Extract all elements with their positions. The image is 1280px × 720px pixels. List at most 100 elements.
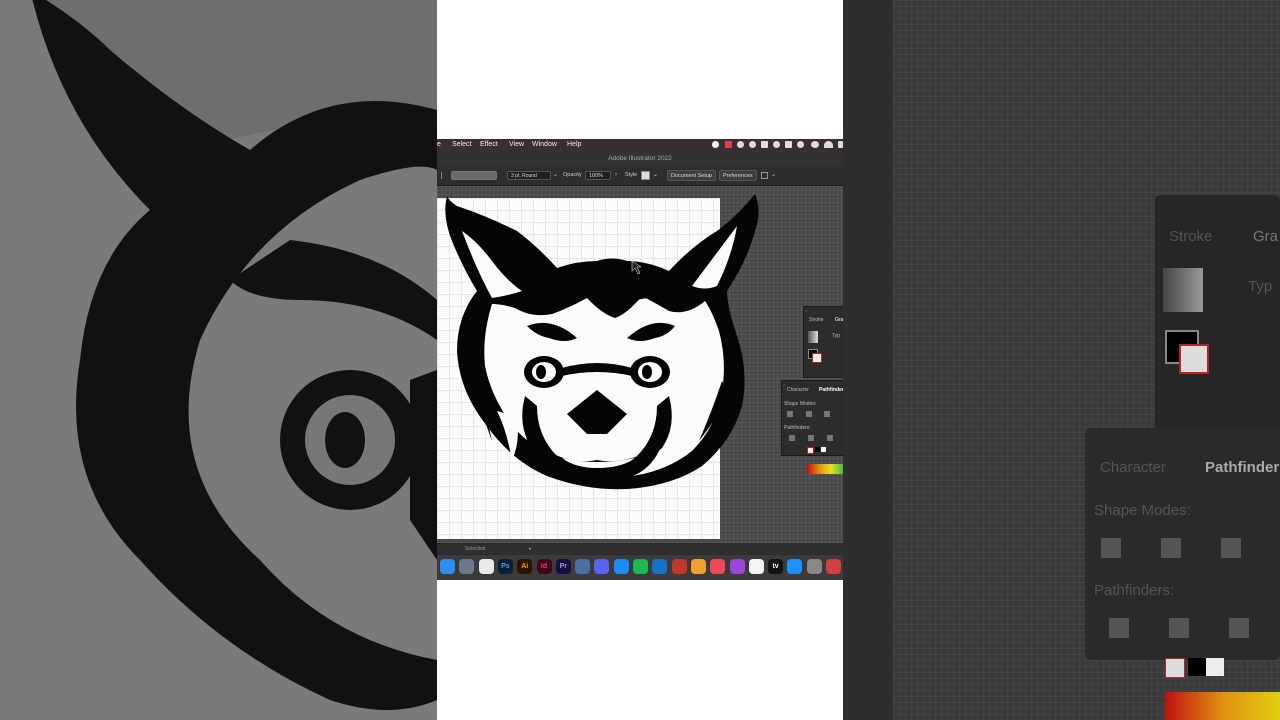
trim-icon[interactable] bbox=[808, 435, 814, 441]
status-tool-label: Selection bbox=[465, 546, 486, 552]
pathfinders-label: Pathfinders: bbox=[784, 425, 811, 431]
macos-dock: Ps Ai Id Pr tv bbox=[437, 555, 843, 580]
arrange-icon[interactable] bbox=[761, 172, 768, 179]
menu-item-help[interactable]: Help bbox=[567, 139, 581, 150]
cloud-icon[interactable] bbox=[749, 141, 756, 148]
history-icon[interactable] bbox=[797, 141, 804, 148]
close-icon[interactable]: × bbox=[805, 308, 807, 313]
control-center-icon[interactable] bbox=[838, 141, 843, 148]
bg-pathfinders: Pathfinders: bbox=[1094, 582, 1175, 599]
menubar-display-icon[interactable] bbox=[785, 141, 792, 148]
dock-spotify-icon[interactable] bbox=[633, 559, 648, 574]
menubar-tool-icon[interactable] bbox=[761, 141, 768, 148]
menu-item-window[interactable]: Window bbox=[532, 139, 557, 150]
dock-illustrator-icon[interactable]: Ai bbox=[517, 559, 533, 574]
stroke-gradient-panel: × Stroke Gra Typ bbox=[803, 306, 843, 378]
menubar-app-icon[interactable] bbox=[725, 141, 732, 148]
color-spectrum[interactable] bbox=[807, 464, 843, 474]
merge-icon[interactable] bbox=[827, 435, 833, 441]
canvas-area[interactable]: × Stroke Gra Typ × Character Pathfinder … bbox=[437, 186, 843, 543]
gradient-swatch[interactable] bbox=[808, 331, 818, 343]
dock-app-store-icon[interactable] bbox=[787, 559, 803, 574]
menubar-timer-icon[interactable] bbox=[773, 141, 780, 148]
dock-discord-icon[interactable] bbox=[594, 559, 610, 574]
dock-news-icon[interactable] bbox=[748, 559, 764, 574]
document-setup-button[interactable]: Document Setup bbox=[667, 170, 716, 181]
dock-photo-booth-icon[interactable] bbox=[671, 559, 687, 574]
dock-screenshot-icon[interactable] bbox=[459, 559, 475, 574]
bg-stroke-tab: Stroke bbox=[1169, 228, 1213, 245]
chevron-right-icon[interactable]: › bbox=[615, 171, 617, 180]
control-bar: 3 pt. Round ⌄ Opacity 100% › Style ⌄ Doc… bbox=[437, 167, 843, 186]
bluetooth-icon[interactable] bbox=[811, 141, 819, 148]
dock-premiere-icon[interactable]: Pr bbox=[555, 559, 571, 574]
dock-finder-icon[interactable] bbox=[440, 559, 455, 574]
white-swatch[interactable] bbox=[821, 447, 826, 452]
dock-system-preferences-icon[interactable] bbox=[806, 559, 822, 574]
dock-photoshop-icon[interactable]: Ps bbox=[497, 559, 513, 574]
tab-gradient[interactable]: Gra bbox=[832, 315, 843, 325]
dock-pages-icon[interactable] bbox=[690, 559, 706, 574]
lynx-head-artwork[interactable] bbox=[437, 186, 843, 543]
dock-preview-icon[interactable] bbox=[575, 559, 591, 574]
dock-indesign-icon[interactable]: Id bbox=[536, 559, 552, 574]
tab-pathfinder[interactable]: Pathfinder bbox=[816, 385, 843, 395]
style-label: Style bbox=[625, 172, 638, 178]
macos-menu-bar: e Select Effect View Window Help bbox=[437, 139, 843, 150]
dock-trash-icon[interactable] bbox=[826, 559, 841, 574]
status-bar: Selection ▸ bbox=[437, 545, 843, 554]
preferences-label: Preferences bbox=[723, 173, 753, 179]
type-label: Typ bbox=[832, 333, 841, 339]
shape-modes-label: Shape Modes: bbox=[784, 401, 817, 407]
arrange-chevron-icon[interactable]: ⌄ bbox=[771, 171, 776, 180]
menu-item-view[interactable]: View bbox=[509, 139, 524, 150]
window-title-bar: Adobe Illustrator 2022 bbox=[437, 150, 843, 167]
chevron-down-icon[interactable]: ⌄ bbox=[553, 171, 558, 180]
divide-icon[interactable] bbox=[789, 435, 795, 441]
none-swatch[interactable] bbox=[807, 447, 814, 454]
dock-apple-tv-icon[interactable]: tv bbox=[768, 559, 784, 574]
pathfinder-panel: × Character Pathfinder Shape Modes: Path… bbox=[781, 380, 843, 456]
style-swatch[interactable] bbox=[641, 171, 650, 180]
bg-pathfinder-tab: Pathfinder bbox=[1205, 459, 1280, 476]
bg-character-tab: Character bbox=[1100, 459, 1166, 476]
menu-item-select[interactable]: Select bbox=[452, 139, 471, 150]
dock-chrome-icon[interactable] bbox=[478, 559, 494, 574]
bg-shape-modes: Shape Modes: bbox=[1094, 502, 1191, 519]
control-bar-arrow-icon[interactable] bbox=[441, 172, 446, 179]
opacity-value: 100% bbox=[589, 173, 604, 179]
black-swatch[interactable] bbox=[815, 447, 820, 452]
document-setup-label: Document Setup bbox=[671, 173, 712, 179]
stroke-profile-select[interactable]: 3 pt. Round bbox=[507, 171, 551, 180]
bg-type-label: Typ bbox=[1248, 278, 1273, 295]
intersect-icon[interactable] bbox=[824, 411, 830, 417]
fill-none-swatch[interactable] bbox=[812, 353, 822, 363]
opacity-field[interactable]: 100% bbox=[585, 171, 611, 180]
stroke-profile-value: 3 pt. Round bbox=[511, 173, 537, 179]
dock-safari-icon[interactable] bbox=[613, 559, 629, 574]
tab-character[interactable]: Character bbox=[784, 385, 812, 395]
opacity-label: Opacity bbox=[563, 172, 582, 178]
illustrator-screen: e Select Effect View Window Help Adobe I… bbox=[437, 139, 843, 580]
menu-item-effect[interactable]: Effect bbox=[480, 139, 498, 150]
menu-item-file[interactable]: e bbox=[437, 139, 441, 150]
background-lynx-art bbox=[0, 0, 437, 720]
dock-music-icon[interactable] bbox=[710, 559, 726, 574]
window-title: Adobe Illustrator 2022 bbox=[608, 155, 672, 162]
stroke-weight-field[interactable] bbox=[451, 171, 497, 180]
background-left-blur bbox=[0, 0, 437, 720]
wifi-icon[interactable] bbox=[824, 141, 833, 148]
bg-gradient-tab: Gra bbox=[1253, 228, 1279, 245]
status-arrow-icon[interactable]: ▸ bbox=[529, 545, 532, 554]
video-frame: e Select Effect View Window Help Adobe I… bbox=[437, 0, 843, 720]
record-icon[interactable] bbox=[712, 141, 719, 148]
preferences-button[interactable]: Preferences bbox=[719, 170, 757, 181]
minus-front-icon[interactable] bbox=[806, 411, 812, 417]
style-chevron-icon[interactable]: ⌄ bbox=[653, 171, 658, 180]
unite-icon[interactable] bbox=[787, 411, 793, 417]
dock-podcasts-icon[interactable] bbox=[729, 559, 745, 574]
tab-stroke[interactable]: Stroke bbox=[806, 315, 826, 325]
menubar-extension-icon[interactable] bbox=[737, 141, 744, 148]
background-right-blur: Stroke Gra Typ Character Pathfinder Shap… bbox=[843, 0, 1280, 720]
dock-edge-icon[interactable] bbox=[652, 559, 668, 574]
